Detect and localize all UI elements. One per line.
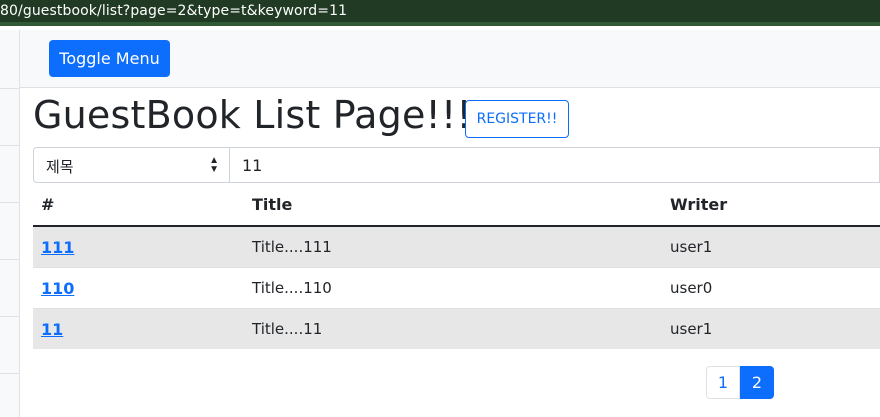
row-number-link[interactable]: 110 [41, 279, 74, 298]
pagination: 1 2 [706, 366, 774, 399]
browser-url-bar[interactable]: 80/guestbook/list?page=2&type=t&keyword=… [0, 0, 880, 26]
sidebar-divider [0, 259, 20, 260]
sidebar-divider [0, 202, 20, 203]
search-type-select[interactable]: 제목 ▲ ▼ [33, 147, 230, 183]
row-number-link[interactable]: 111 [41, 238, 74, 257]
search-type-value: 제목 [46, 158, 74, 176]
row-number-cell: 11 [33, 308, 244, 349]
row-title: Title....11 [244, 308, 662, 349]
search-keyword-input[interactable] [229, 147, 880, 183]
table-row: 110 Title....110 user0 [33, 267, 880, 309]
row-number-link[interactable]: 11 [41, 320, 63, 339]
table-header-row: # Title Writer [33, 184, 880, 227]
column-header-title: Title [244, 184, 662, 227]
table-row: 11 Title....11 user1 [33, 308, 880, 349]
row-title: Title....110 [244, 267, 662, 309]
row-number-cell: 110 [33, 267, 244, 309]
column-header-writer: Writer [662, 184, 880, 227]
toggle-menu-button[interactable]: Toggle Menu [49, 40, 170, 77]
row-writer: user0 [662, 267, 880, 309]
sidebar-divider [0, 373, 20, 374]
sidebar-divider [0, 145, 20, 146]
sidebar-divider [0, 316, 20, 317]
page-link-1[interactable]: 1 [706, 366, 740, 399]
page-title: GuestBook List Page!!!! [33, 93, 488, 137]
row-writer: user1 [662, 308, 880, 349]
top-navbar: Toggle Menu [20, 30, 880, 88]
row-title: Title....111 [244, 225, 662, 268]
table-row: 111 Title....111 user1 [33, 225, 880, 268]
sidebar [0, 30, 20, 417]
row-number-cell: 111 [33, 225, 244, 268]
page-link-2-active[interactable]: 2 [740, 366, 774, 399]
column-header-number: # [33, 184, 244, 227]
row-writer: user1 [662, 225, 880, 268]
sidebar-divider [0, 88, 20, 89]
guestbook-table: # Title Writer 111 Title....111 user1 11… [33, 184, 880, 349]
url-text[interactable]: 80/guestbook/list?page=2&type=t&keyword=… [0, 3, 347, 19]
register-button[interactable]: REGISTER!! [465, 100, 569, 138]
select-arrows-icon: ▲ ▼ [209, 155, 219, 175]
